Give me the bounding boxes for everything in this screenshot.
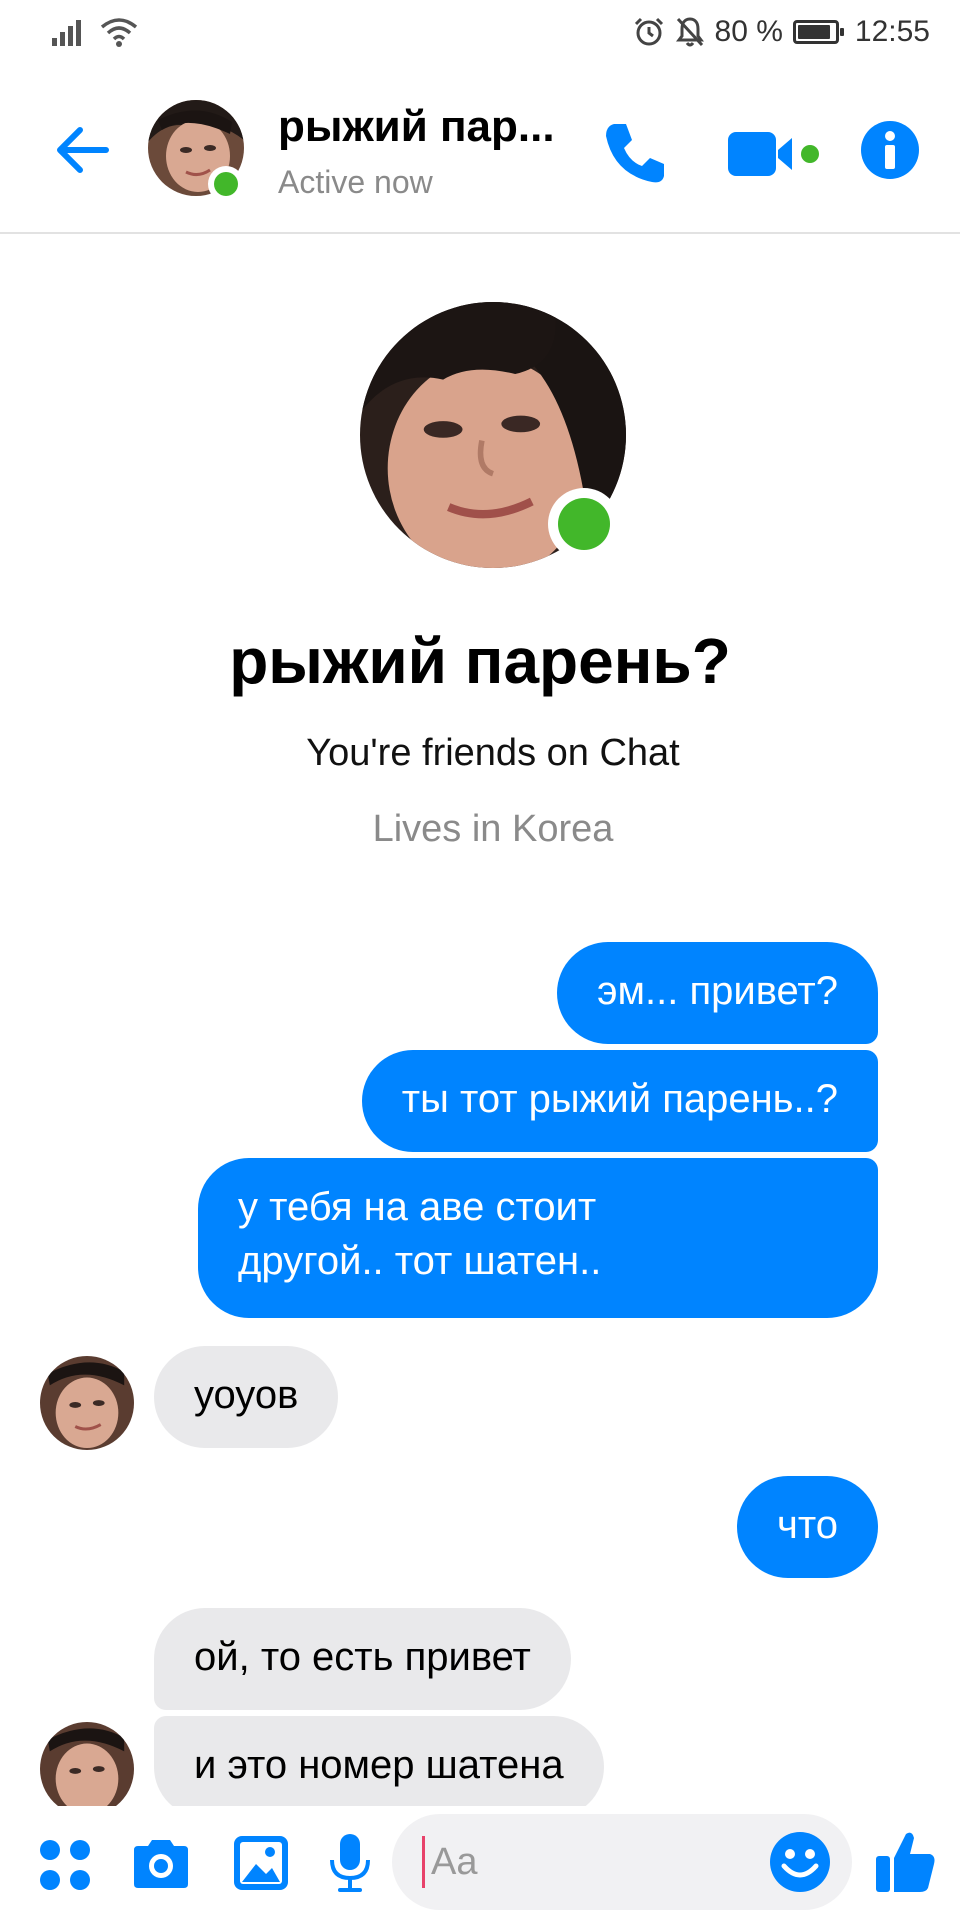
message-bubble-outgoing[interactable]: ты тот рыжий парень..? [361, 1050, 878, 1152]
contact-avatar-small[interactable] [40, 1722, 134, 1816]
active-status: Active now [278, 164, 433, 200]
message-text: у тебя на аве стоит [238, 1185, 597, 1229]
face-image [40, 1722, 134, 1816]
mute-icon [675, 17, 704, 47]
battery-icon [792, 20, 844, 44]
message-bubble-outgoing[interactable]: у тебя на аве стоит другой.. тот шатен.. [198, 1158, 878, 1318]
phone-icon[interactable] [600, 118, 670, 188]
online-indicator [208, 166, 244, 202]
message-bubble-incoming[interactable]: ой, то есть привет [154, 1608, 571, 1710]
clock: 12:55 [854, 15, 930, 48]
message-text: ой, то есть привет [194, 1635, 531, 1679]
message-bubble-incoming[interactable]: уоуов [154, 1346, 339, 1448]
gallery-icon[interactable] [232, 1834, 290, 1892]
location-info: Lives in Korea [372, 808, 614, 850]
emoji-icon[interactable] [768, 1830, 832, 1894]
message-text: другой.. тот шатен.. [238, 1239, 602, 1283]
friends-info: You're friends on Chat [306, 732, 680, 774]
microphone-icon[interactable] [328, 1832, 372, 1894]
battery-percent: 80 % [714, 15, 783, 48]
wifi-icon [100, 18, 138, 47]
camera-icon[interactable] [130, 1836, 192, 1890]
face-image [40, 1356, 134, 1450]
profile-online-indicator [548, 488, 620, 560]
message-bubble-outgoing[interactable]: эм... привет? [557, 942, 878, 1044]
signal-icon [52, 20, 81, 46]
message-text: что [777, 1503, 838, 1547]
like-icon[interactable] [874, 1828, 938, 1894]
message-text: и это номер шатена [194, 1743, 564, 1787]
contact-avatar-small[interactable] [40, 1356, 134, 1450]
alarm-icon [634, 17, 663, 46]
message-input-container [392, 1814, 852, 1910]
chat-header: рыжий пар... Active now [0, 68, 960, 234]
back-arrow-icon[interactable] [50, 118, 114, 182]
info-icon[interactable] [860, 120, 920, 180]
profile-name: рыжий парень? [229, 625, 731, 697]
contact-name[interactable]: рыжий пар... [278, 102, 578, 152]
apps-icon[interactable] [38, 1838, 92, 1892]
message-text: ты тот рыжий парень..? [401, 1077, 838, 1121]
message-bubble-outgoing[interactable]: что [737, 1476, 878, 1578]
composer-bar [0, 1806, 960, 1920]
status-bar: 80 % 12:55 [0, 0, 960, 66]
message-input[interactable] [422, 1836, 761, 1888]
message-bubble-incoming[interactable]: и это номер шатена [154, 1716, 604, 1818]
message-text: уоуов [194, 1373, 299, 1417]
message-text: эм... привет? [597, 969, 838, 1013]
video-call-icon[interactable] [726, 126, 822, 182]
